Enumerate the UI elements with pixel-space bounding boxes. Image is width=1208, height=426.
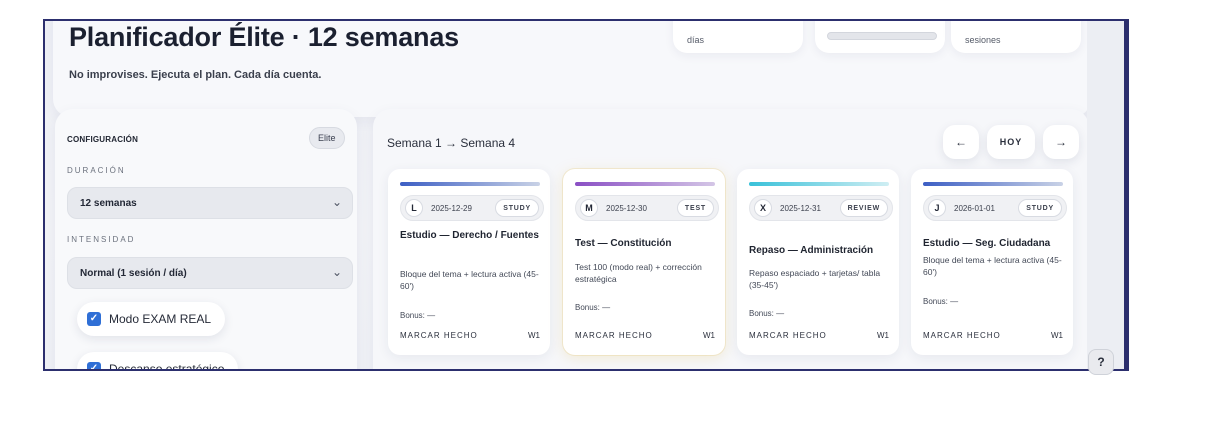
day-letter: L bbox=[405, 199, 423, 217]
help-button[interactable]: ? bbox=[1088, 349, 1114, 375]
mark-done-button[interactable]: MARCAR HECHO bbox=[749, 331, 827, 340]
page-title: Planificador Élite · 12 semanas bbox=[69, 22, 459, 52]
week-tag: W1 bbox=[528, 331, 540, 340]
day-card[interactable]: X 2025-12-31 REVIEW Repaso — Administrac… bbox=[737, 169, 899, 355]
config-panel: CONFIGURACIÓN Elite DURACIÓN 12 semanas … bbox=[55, 109, 357, 371]
day-header: M 2025-12-30 TEST bbox=[575, 195, 719, 221]
day-letter: J bbox=[928, 199, 946, 217]
session-type-badge: STUDY bbox=[1018, 199, 1062, 217]
next-week-button[interactable]: → bbox=[1043, 125, 1079, 159]
card-bonus: Bonus: — bbox=[575, 303, 611, 312]
prev-week-button[interactable]: ← bbox=[943, 125, 979, 159]
mark-done-button[interactable]: MARCAR HECHO bbox=[923, 331, 1001, 340]
card-bonus: Bonus: — bbox=[923, 297, 959, 306]
week-tag: W1 bbox=[703, 331, 715, 340]
stat-days-label: días bbox=[687, 35, 705, 45]
card-description: Bloque del tema + lectura activa (45-60'… bbox=[400, 269, 539, 291]
session-type-badge: STUDY bbox=[495, 199, 539, 217]
day-card[interactable]: J 2026-01-01 STUDY Estudio — Seg. Ciudad… bbox=[911, 169, 1073, 355]
card-description: Bloque del tema + lectura activa (45-60'… bbox=[923, 255, 1062, 277]
scrollbar[interactable] bbox=[1124, 21, 1127, 369]
day-card[interactable]: M 2025-12-30 TEST Test — Constitución Te… bbox=[563, 169, 725, 355]
day-header: L 2025-12-29 STUDY bbox=[400, 195, 544, 221]
mark-done-button[interactable]: MARCAR HECHO bbox=[575, 331, 653, 340]
page-subtitle: No improvises. Ejecuta el plan. Cada día… bbox=[69, 69, 322, 81]
day-date: 2025-12-30 bbox=[606, 204, 647, 213]
day-date: 2025-12-29 bbox=[431, 204, 472, 213]
session-type-badge: TEST bbox=[676, 199, 714, 217]
duration-value: 12 semanas bbox=[80, 198, 137, 209]
duration-label: DURACIÓN bbox=[67, 166, 126, 175]
duration-select[interactable]: 12 semanas ⌄ bbox=[67, 187, 353, 219]
calendar-panel: Semana 1 → Semana 4 ← HOY → L 2025-12-29… bbox=[373, 109, 1089, 369]
exam-mode-checkbox[interactable]: ✓ Modo EXAM REAL bbox=[77, 302, 226, 336]
card-description: Repaso espaciado + tarjetas/ tabla (35-4… bbox=[749, 268, 881, 290]
check-icon: ✓ bbox=[87, 362, 101, 369]
strategic-rest-label: Descanso estratégico bbox=[109, 362, 225, 371]
session-type-badge: REVIEW bbox=[839, 199, 888, 217]
card-description: Test 100 (modo real) + corrección estrat… bbox=[575, 262, 702, 284]
card-accent-bar bbox=[575, 182, 715, 186]
card-accent-bar bbox=[400, 182, 540, 186]
intensity-value: Normal (1 sesión / día) bbox=[80, 268, 187, 279]
header-card: Planificador Élite · 12 semanas No impro… bbox=[53, 21, 1091, 117]
week-tag: W1 bbox=[877, 331, 889, 340]
check-icon: ✓ bbox=[87, 312, 101, 326]
week-range-title: Semana 1 → Semana 4 bbox=[387, 136, 516, 150]
stat-sessions-label: sesiones bbox=[965, 35, 1001, 45]
day-date: 2026-01-01 bbox=[954, 204, 995, 213]
day-card[interactable]: L 2025-12-29 STUDY Estudio — Derecho / F… bbox=[388, 169, 550, 355]
day-header: X 2025-12-31 REVIEW bbox=[749, 195, 893, 221]
plan-badge[interactable]: Elite bbox=[309, 127, 345, 149]
intensity-label: INTENSIDAD bbox=[67, 235, 136, 244]
progress-bar bbox=[827, 32, 937, 40]
card-bonus: Bonus: — bbox=[749, 309, 785, 318]
config-title: CONFIGURACIÓN bbox=[67, 135, 139, 144]
scrollbar-gutter bbox=[1087, 21, 1127, 369]
card-bonus: Bonus: — bbox=[400, 311, 436, 320]
card-title: Repaso — Administración bbox=[749, 245, 874, 256]
mark-done-button[interactable]: MARCAR HECHO bbox=[400, 331, 478, 340]
exam-mode-label: Modo EXAM REAL bbox=[109, 312, 212, 326]
app-frame: Planificador Élite · 12 semanas No impro… bbox=[43, 19, 1129, 371]
intensity-select[interactable]: Normal (1 sesión / día) ⌄ bbox=[67, 257, 353, 289]
day-header: J 2026-01-01 STUDY bbox=[923, 195, 1067, 221]
strategic-rest-checkbox[interactable]: ✓ Descanso estratégico bbox=[77, 352, 239, 371]
stat-days: días bbox=[673, 21, 803, 53]
chevron-down-icon: ⌄ bbox=[331, 195, 342, 209]
card-title: Estudio — Seg. Ciudadana bbox=[923, 238, 1051, 249]
today-button[interactable]: HOY bbox=[987, 125, 1035, 159]
day-letter: X bbox=[754, 199, 772, 217]
chevron-down-icon: ⌄ bbox=[331, 265, 342, 279]
day-date: 2025-12-31 bbox=[780, 204, 821, 213]
card-title: Estudio — Derecho / Fuentes bbox=[400, 230, 539, 241]
week-tag: W1 bbox=[1051, 331, 1063, 340]
card-title: Test — Constitución bbox=[575, 238, 672, 249]
card-accent-bar bbox=[749, 182, 889, 186]
card-accent-bar bbox=[923, 182, 1063, 186]
stat-progress bbox=[815, 21, 945, 53]
stat-sessions: sesiones bbox=[951, 21, 1081, 53]
day-letter: M bbox=[580, 199, 598, 217]
